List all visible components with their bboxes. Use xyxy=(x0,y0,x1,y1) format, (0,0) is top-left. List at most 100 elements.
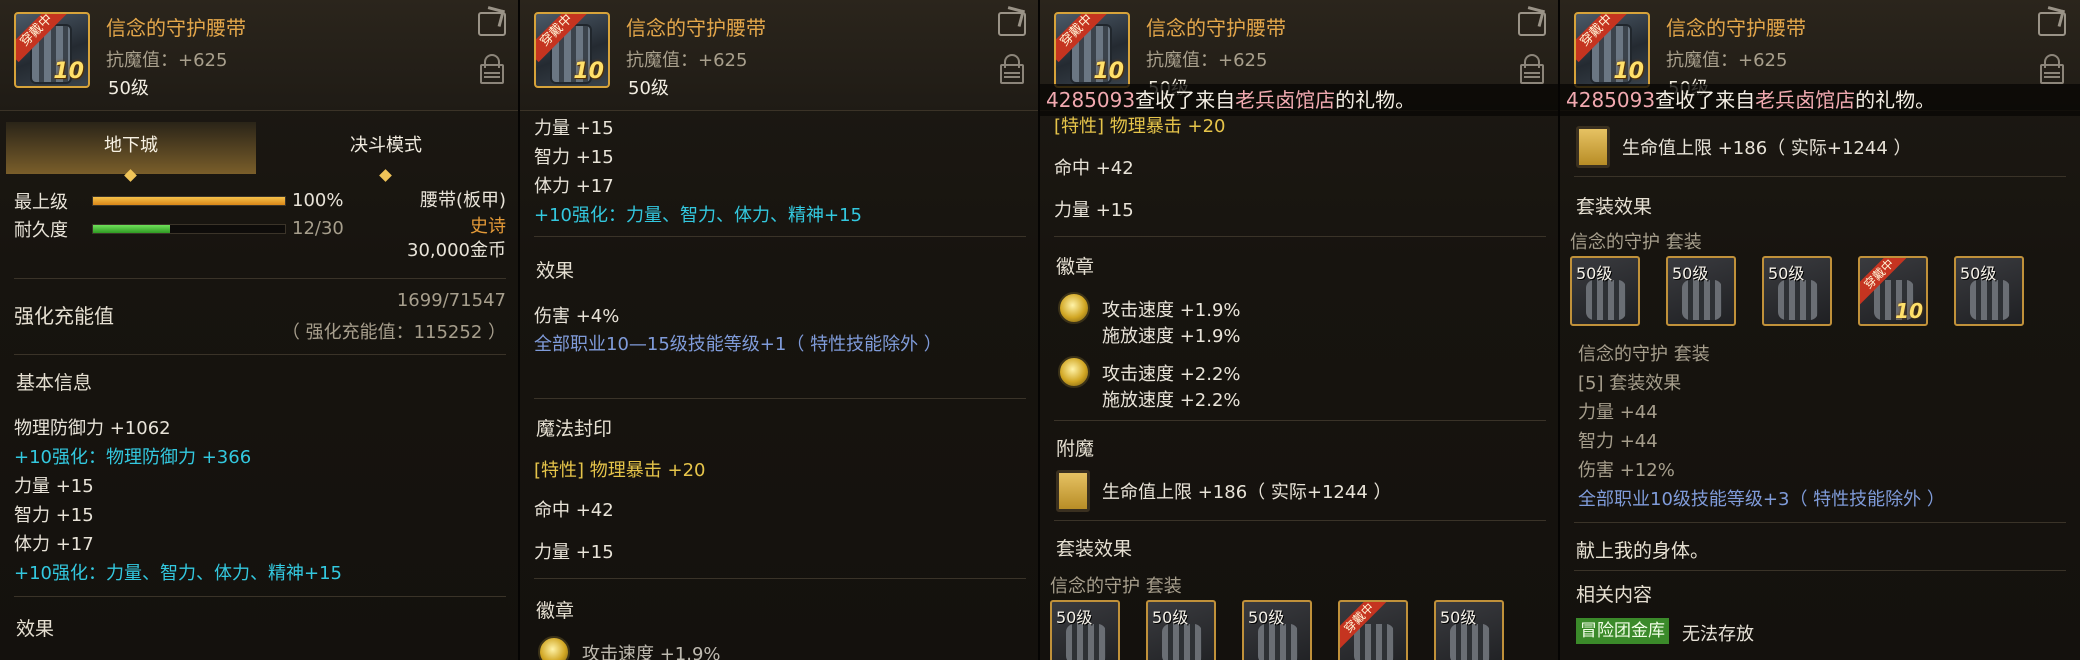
grade-bar xyxy=(92,196,286,206)
item-resist: 抗魔值：+625 xyxy=(106,50,228,71)
gift-shop: 老兵卤馆店 xyxy=(1235,88,1336,112)
set-name: 信念的守护 套装 xyxy=(1570,232,1702,253)
durability-value: 12/30 xyxy=(292,218,344,239)
item-resist: 抗魔值：+625 xyxy=(626,50,748,71)
set-item-slot[interactable]: 50级 xyxy=(1954,256,2024,326)
grade-value: 100% xyxy=(292,190,344,211)
durability-bar-fill xyxy=(93,225,170,233)
set-item-slot[interactable]: 50级 xyxy=(1242,600,1312,660)
lock-icon[interactable] xyxy=(480,54,504,84)
set-item-slot[interactable]: 50级 xyxy=(1666,256,1736,326)
flavor-text: 献上我的身体。 xyxy=(1576,540,1710,562)
item-icon[interactable]: 穿戴中 10 xyxy=(1574,12,1650,88)
charge-label: 强化充能值 xyxy=(14,304,114,328)
divider xyxy=(534,236,1026,237)
share-icon[interactable] xyxy=(478,12,506,36)
stat-line: 物理防御力 +1062 xyxy=(14,418,171,439)
tab-dungeon[interactable]: 地下城 xyxy=(6,122,256,182)
helmet-icon xyxy=(1586,280,1626,320)
stat-line: +10强化：力量、智力、体力、精神+15 xyxy=(14,563,342,584)
charge-total: （ 强化充能值：115252 ） xyxy=(281,322,506,343)
enhance-level-badge: 10 xyxy=(1093,59,1124,84)
vault-tag: 冒险团金库 xyxy=(1576,618,1669,644)
seal-line: 命中 +42 xyxy=(534,500,614,521)
seal-title: 魔法封印 xyxy=(536,418,613,440)
emblem-line: 施放速度 +2.2% xyxy=(1102,390,1241,411)
emblem-gem-icon xyxy=(1058,356,1090,388)
enchant-title: 附魔 xyxy=(1056,438,1095,460)
pants-icon xyxy=(1778,280,1818,320)
item-level: 50级 xyxy=(108,78,149,99)
pants-icon xyxy=(1258,624,1298,660)
item-type: 腰带(板甲) xyxy=(419,190,506,211)
set-item-slot[interactable]: 穿戴中 xyxy=(1338,600,1408,660)
share-icon[interactable] xyxy=(2038,12,2066,36)
lock-icon[interactable] xyxy=(2040,54,2064,84)
emblem-line: 攻击速度 +1.9% xyxy=(582,644,721,660)
set-bonus-title: [5] 套装效果 xyxy=(1578,373,1682,394)
divider xyxy=(14,596,506,597)
share-icon[interactable] xyxy=(998,12,1026,36)
gift-text: 查收了来自 xyxy=(1655,88,1756,112)
set-item-slot[interactable]: 穿戴中 10 xyxy=(1858,256,1928,326)
tab-pvp[interactable]: 决斗模式 xyxy=(258,122,514,182)
armor-icon xyxy=(1162,624,1202,660)
enchant-line: 生命值上限 +186（ 实际+1244 ） xyxy=(1102,482,1392,503)
divider xyxy=(1574,176,2066,177)
divider xyxy=(534,578,1026,579)
enchant-line: 生命值上限 +186（ 实际+1244 ） xyxy=(1622,138,1912,159)
belt-icon xyxy=(1354,624,1394,660)
related-title: 相关内容 xyxy=(1576,584,1653,606)
item-price: 30,000金币 xyxy=(407,240,506,261)
lock-icon[interactable] xyxy=(1520,54,1544,84)
seal-line: [特性] 物理暴击 +20 xyxy=(534,460,706,481)
grade-bar-fill xyxy=(93,197,285,205)
emblem-title: 徽章 xyxy=(536,600,575,622)
effect-line: 伤害 +4% xyxy=(534,306,620,327)
stat-line: 智力 +15 xyxy=(534,147,614,168)
item-icon[interactable]: 穿戴中 10 xyxy=(534,12,610,88)
item-header: 穿戴中 10 信念的守护腰带 抗魔值：+625 50级 xyxy=(520,0,1038,111)
gift-notification: 4285093查收了来自老兵卤馆店的礼物。 xyxy=(1560,84,2080,116)
tab-pvp-label: 决斗模式 xyxy=(350,135,422,156)
stat-line: +10强化：力量、智力、体力、精神+15 xyxy=(534,205,862,226)
divider xyxy=(534,398,1026,399)
emblem-gem-icon xyxy=(1058,292,1090,324)
enhance-level-badge: 10 xyxy=(573,59,604,84)
set-item-slot[interactable]: 50级 xyxy=(1762,256,1832,326)
set-item-slot[interactable]: 50级 xyxy=(1050,600,1120,660)
lock-icon[interactable] xyxy=(1000,54,1024,84)
item-icon[interactable]: 穿戴中 10 xyxy=(1054,12,1130,88)
boots-icon xyxy=(1450,624,1490,660)
set-item-slot[interactable]: 50级 xyxy=(1434,600,1504,660)
set-item-level: 50级 xyxy=(1440,608,1477,627)
set-bonus-line: 智力 +44 xyxy=(1578,431,1658,452)
basic-info-title: 基本信息 xyxy=(16,372,93,394)
set-item-level: 50级 xyxy=(1672,264,1709,283)
tooltip-panel-2: 穿戴中 10 信念的守护腰带 抗魔值：+625 50级 力量 +15 智力 +1… xyxy=(520,0,1040,660)
durability-bar xyxy=(92,224,286,234)
seal-line: 力量 +15 xyxy=(1054,200,1134,221)
gift-text: 查收了来自 xyxy=(1135,88,1236,112)
boots-icon xyxy=(1970,280,2010,320)
item-resist: 抗魔值：+625 xyxy=(1666,50,1788,71)
set-item-slot[interactable]: 50级 xyxy=(1146,600,1216,660)
gift-text: 的礼物。 xyxy=(1335,88,1416,112)
item-name: 信念的守护腰带 xyxy=(106,16,246,40)
set-item-slot[interactable]: 50级 xyxy=(1570,256,1640,326)
tab-marker xyxy=(124,169,137,182)
emblem-gem-icon xyxy=(538,636,570,660)
charge-value: 1699/71547 xyxy=(396,290,506,311)
item-icon[interactable]: 穿戴中 10 xyxy=(14,12,90,88)
enhance-level-badge: 10 xyxy=(1613,59,1644,84)
share-icon[interactable] xyxy=(1518,12,1546,36)
item-name: 信念的守护腰带 xyxy=(626,16,766,40)
enhance-level-badge: 10 xyxy=(53,59,84,84)
divider xyxy=(1054,420,1546,421)
set-bonus-line: 力量 +44 xyxy=(1578,402,1658,423)
stat-line: 体力 +17 xyxy=(14,534,94,555)
stat-line: 力量 +15 xyxy=(14,476,94,497)
seal-line: 力量 +15 xyxy=(534,542,614,563)
stat-line: 体力 +17 xyxy=(534,176,614,197)
divider xyxy=(1574,522,2066,523)
